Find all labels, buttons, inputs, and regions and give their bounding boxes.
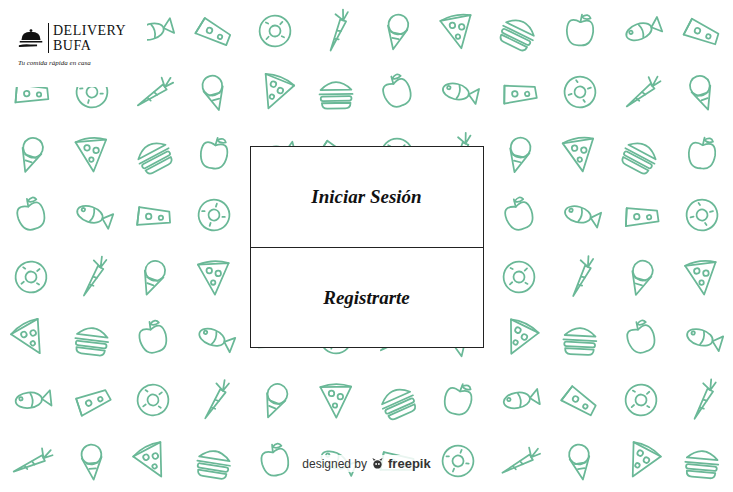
icecream-icon — [614, 250, 668, 304]
burger-icon — [490, 1, 549, 60]
burger-icon — [612, 124, 672, 184]
donut-icon — [6, 253, 54, 301]
apple-icon — [3, 188, 58, 243]
cheese-icon — [129, 192, 176, 239]
burger-icon — [557, 315, 603, 361]
donut-icon — [496, 254, 542, 300]
cheese-icon — [62, 370, 122, 430]
carrot-icon — [3, 434, 58, 489]
brand-name: DELIVERY — [53, 23, 126, 38]
donut-icon — [429, 432, 487, 490]
auth-button[interactable]: Iniciar Sesión — [251, 147, 483, 247]
apple-icon — [432, 373, 485, 426]
credit-brand: freepik — [388, 456, 431, 471]
cheese-icon — [494, 67, 545, 118]
burger-icon — [189, 436, 239, 486]
pizza-icon — [678, 252, 727, 301]
pizza-icon — [490, 309, 549, 368]
icecream-icon — [555, 436, 605, 486]
icecream-icon — [124, 249, 180, 305]
burger-icon — [123, 124, 183, 184]
apple-icon — [189, 129, 239, 179]
pizza-icon — [612, 431, 672, 491]
fish-icon — [6, 376, 54, 424]
icecream-icon — [371, 5, 423, 57]
apple-icon — [368, 63, 426, 121]
fish-icon — [185, 310, 242, 367]
cheese-icon — [617, 190, 667, 240]
apple-icon — [248, 435, 301, 488]
carrot-icon — [618, 69, 665, 116]
auth-panel: Iniciar SesiónRegistrarte — [250, 146, 484, 348]
carrot-icon — [187, 373, 241, 427]
brand-logo[interactable]: DELIVERY BUFA Tu comida rápida en casa — [0, 0, 147, 87]
pizza-icon — [314, 377, 359, 422]
carrot-icon — [552, 248, 609, 305]
cheese-icon — [675, 3, 730, 58]
apple-icon — [679, 130, 727, 178]
carrot-icon — [307, 2, 365, 60]
cheese-icon — [551, 370, 610, 429]
donut-icon — [618, 376, 665, 423]
burger-icon — [679, 437, 727, 485]
icecream-icon — [493, 127, 546, 180]
fish-icon — [64, 187, 120, 243]
cloche-icon — [18, 27, 44, 48]
fish-icon — [613, 3, 669, 59]
donut-icon — [673, 185, 733, 245]
pizza-icon — [123, 431, 183, 491]
designer-credit[interactable]: designed by freepik — [298, 455, 434, 472]
carrot-icon — [493, 435, 546, 488]
freepik-logo-icon — [371, 457, 384, 470]
apple-icon — [125, 311, 179, 365]
fish-icon — [494, 374, 545, 425]
icecream-icon — [246, 371, 303, 428]
auth-button[interactable]: Registrarte — [251, 247, 483, 347]
burger-icon — [67, 314, 116, 363]
apple-icon — [491, 187, 548, 244]
donut-icon — [128, 375, 178, 425]
fish-icon — [675, 311, 730, 366]
pizza-icon — [68, 130, 116, 178]
brand-tagline: Tu comida rápida en casa — [18, 59, 139, 67]
donut-icon — [252, 8, 298, 54]
credit-prefix: designed by — [302, 457, 367, 471]
carrot-icon — [64, 249, 119, 304]
cheese-icon — [185, 2, 242, 59]
apple-icon — [557, 8, 603, 54]
pizza-icon — [191, 254, 237, 300]
icecream-icon — [187, 65, 241, 119]
pizza-icon — [0, 308, 60, 368]
pizza-icon — [246, 64, 303, 121]
donut-icon — [551, 63, 610, 122]
brand-name: BUFA — [53, 38, 126, 53]
donut-icon — [184, 186, 243, 245]
apple-icon — [613, 310, 669, 366]
landing-page: DELIVERY BUFA Tu comida rápida en casa I… — [0, 0, 733, 492]
icecream-icon — [674, 64, 730, 120]
pizza-icon — [432, 5, 484, 57]
pizza-icon — [555, 129, 605, 179]
fish-icon — [553, 188, 607, 242]
icecream-icon — [68, 437, 116, 485]
fish-icon — [432, 66, 485, 119]
carrot-icon — [674, 372, 730, 428]
burger-icon — [314, 70, 359, 115]
icecream-icon — [3, 126, 58, 181]
burger-icon — [368, 371, 426, 429]
